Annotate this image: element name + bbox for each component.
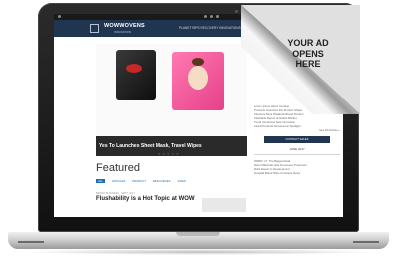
category-tabs: ALL ARTICLES PRODUCT RESOURCES VIDEO — [96, 179, 192, 183]
contact-sales-button[interactable]: CONTACT SALES — [264, 136, 330, 143]
tab-video[interactable]: VIDEO — [177, 179, 186, 183]
laptop-shadow — [20, 249, 377, 255]
sidebar-section-head: JUNE 2017 — [289, 147, 305, 151]
base-ridge-left — [18, 241, 44, 243]
menu-icon[interactable] — [90, 24, 99, 33]
site-logo[interactable]: WOWWOVENS — [104, 23, 145, 29]
status-dot-icon — [204, 15, 207, 18]
laptop-notch — [176, 232, 220, 236]
tab-all[interactable]: ALL — [96, 179, 105, 183]
status-dot-icon — [210, 15, 213, 18]
base-ridge-right — [353, 241, 379, 243]
status-dot-icon — [216, 15, 219, 18]
see-all-link[interactable]: See All Articles » — [254, 128, 340, 132]
sidebar-item[interactable]: Hospital Brand Wipe Contracts News — [254, 171, 340, 175]
article-meta: BRAND BUSINESS · SEPT. 2017 — [96, 192, 135, 195]
product-image-pink — [172, 52, 224, 110]
article-headline[interactable]: Flushability is a Hot Topic at WOW — [96, 196, 195, 202]
site-logo-sub: INNOVATION — [114, 30, 131, 34]
carousel-pager[interactable]: ● ● ● ● ● — [158, 151, 179, 156]
article-thumbnail[interactable] — [202, 198, 246, 212]
webcam-icon — [235, 10, 238, 13]
tab-articles[interactable]: ARTICLES — [112, 179, 126, 183]
divider — [254, 154, 340, 155]
featured-heading: Featured — [96, 162, 141, 174]
face-mask — [188, 66, 208, 90]
product-image-black — [116, 50, 156, 100]
hero-carousel[interactable]: Yes To Launches Sheet Mask, Travel Wipes — [96, 44, 247, 156]
tab-resources[interactable]: RESOURCES — [153, 179, 171, 183]
ad-text[interactable]: YOUR AD OPENS HERE — [279, 38, 337, 70]
tab-product[interactable]: PRODUCT — [132, 179, 146, 183]
product-badge — [126, 64, 142, 73]
hair-bun — [192, 58, 204, 66]
page-curl-ad[interactable]: YOUR AD OPENS HERE — [241, 5, 360, 114]
sidebar: Lorem ipsum wipes roundup Products Launc… — [254, 104, 340, 175]
status-dot-icon — [58, 15, 61, 18]
